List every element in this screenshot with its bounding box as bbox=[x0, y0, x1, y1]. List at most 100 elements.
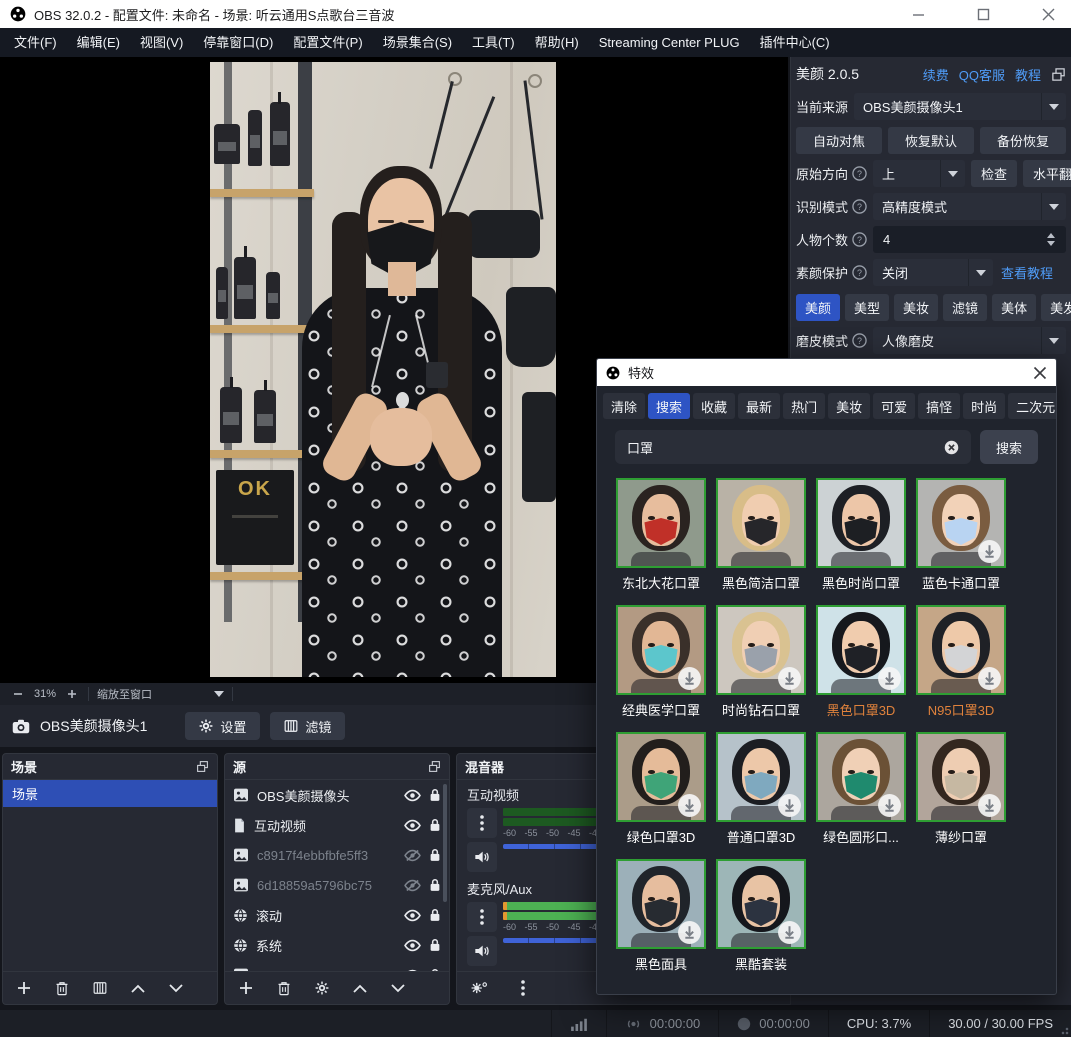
source-properties-gear-icon[interactable] bbox=[315, 981, 329, 995]
effect-item[interactable]: N95口罩3D bbox=[911, 605, 1011, 719]
visibility-eye-icon[interactable] bbox=[404, 969, 421, 972]
close-icon[interactable] bbox=[1042, 8, 1055, 21]
popout-icon[interactable] bbox=[1051, 67, 1066, 82]
move-source-up-icon[interactable] bbox=[353, 984, 367, 993]
effect-item[interactable]: 经典医学口罩 bbox=[611, 605, 711, 719]
add-source-icon[interactable] bbox=[239, 981, 253, 995]
effect-thumbnail[interactable] bbox=[916, 478, 1006, 568]
beauty-tab[interactable]: 美颜 bbox=[796, 294, 840, 321]
beauty-link[interactable]: 教程 bbox=[1015, 65, 1041, 84]
source-row[interactable]: 6d18859a5796bc75 bbox=[225, 870, 449, 900]
zoom-in-icon[interactable] bbox=[64, 686, 80, 702]
beauty-tab[interactable]: 美妆 bbox=[894, 294, 938, 321]
effect-item[interactable]: 普通口罩3D bbox=[711, 732, 811, 846]
effects-tab[interactable]: 最新 bbox=[738, 393, 780, 419]
effect-item[interactable]: 时尚钻石口罩 bbox=[711, 605, 811, 719]
filters-button[interactable]: 滤镜 bbox=[270, 712, 345, 740]
add-scene-icon[interactable] bbox=[17, 981, 31, 995]
menu-item[interactable]: 帮助(H) bbox=[525, 28, 589, 57]
menu-item[interactable]: 场景集合(S) bbox=[373, 28, 462, 57]
effect-item[interactable]: 黑酷套装 bbox=[711, 859, 811, 973]
mixer-menu-dots-icon[interactable] bbox=[521, 980, 525, 996]
lock-icon[interactable] bbox=[429, 908, 441, 922]
effect-thumbnail[interactable] bbox=[616, 732, 706, 822]
beauty-action-button[interactable]: 备份恢复 bbox=[980, 127, 1066, 154]
zoom-dropdown-arrow-icon[interactable] bbox=[214, 691, 224, 697]
effect-item[interactable]: 薄纱口罩 bbox=[911, 732, 1011, 846]
channel-options-button[interactable] bbox=[467, 808, 497, 838]
effect-item[interactable]: 黑色口罩3D bbox=[811, 605, 911, 719]
orientation-dropdown[interactable]: 上 bbox=[873, 160, 965, 187]
effects-tab[interactable]: 可爱 bbox=[873, 393, 915, 419]
effects-tab[interactable]: 搞怪 bbox=[918, 393, 960, 419]
effect-thumbnail[interactable] bbox=[616, 859, 706, 949]
effects-tab[interactable]: 热门 bbox=[783, 393, 825, 419]
fit-to-window-label[interactable]: 缩放至窗口 bbox=[97, 686, 152, 702]
effects-tab[interactable]: 清除 bbox=[603, 393, 645, 419]
smooth-mode-dropdown[interactable]: 人像磨皮 bbox=[873, 327, 1066, 354]
effect-thumbnail[interactable] bbox=[816, 478, 906, 568]
effects-tab[interactable]: 收藏 bbox=[693, 393, 735, 419]
effect-item[interactable]: 黑色面具 bbox=[611, 859, 711, 973]
source-row[interactable]: c8917f4ebbfbfe5ff3 bbox=[225, 840, 449, 870]
move-scene-up-icon[interactable] bbox=[131, 984, 145, 993]
source-row[interactable]: 互动视频 bbox=[225, 810, 449, 840]
help-icon[interactable]: ? bbox=[852, 166, 867, 181]
effect-item[interactable]: 黑色简洁口罩 bbox=[711, 478, 811, 592]
effects-tab[interactable]: 二次元 bbox=[1008, 393, 1057, 419]
visibility-eye-icon[interactable] bbox=[404, 789, 421, 802]
maximize-icon[interactable] bbox=[977, 8, 990, 21]
effect-item[interactable]: 绿色圆形口... bbox=[811, 732, 911, 846]
effect-item[interactable]: 绿色口罩3D bbox=[611, 732, 711, 846]
remove-scene-icon[interactable] bbox=[55, 981, 69, 996]
menu-item[interactable]: 工具(T) bbox=[462, 28, 525, 57]
mute-speaker-icon[interactable] bbox=[467, 936, 497, 966]
scene-item[interactable]: 场景 bbox=[3, 780, 217, 807]
visibility-eye-icon[interactable] bbox=[404, 819, 421, 832]
visibility-eye-off-icon[interactable] bbox=[404, 879, 421, 892]
beauty-action-button[interactable]: 自动对焦 bbox=[796, 127, 882, 154]
effect-thumbnail[interactable] bbox=[716, 859, 806, 949]
source-row[interactable]: 系统 bbox=[225, 930, 449, 960]
menu-item[interactable]: 视图(V) bbox=[130, 28, 193, 57]
view-tutorial-link[interactable]: 查看教程 bbox=[999, 263, 1055, 282]
move-scene-down-icon[interactable] bbox=[169, 984, 183, 993]
effect-thumbnail[interactable] bbox=[916, 732, 1006, 822]
scene-filters-icon[interactable] bbox=[93, 981, 107, 995]
effect-thumbnail[interactable] bbox=[716, 605, 806, 695]
effect-thumbnail[interactable] bbox=[716, 478, 806, 568]
effects-tab[interactable]: 搜索 bbox=[648, 393, 690, 419]
beauty-link[interactable]: 续费 bbox=[923, 65, 949, 84]
menu-item[interactable]: Streaming Center PLUG bbox=[589, 28, 750, 57]
effect-item[interactable]: 黑色时尚口罩 bbox=[811, 478, 911, 592]
mute-speaker-icon[interactable] bbox=[467, 842, 497, 872]
person-count-stepper[interactable]: 4 bbox=[873, 226, 1066, 253]
lock-icon[interactable] bbox=[429, 848, 441, 862]
effect-thumbnail[interactable] bbox=[616, 478, 706, 568]
clear-search-icon[interactable] bbox=[944, 440, 959, 455]
bareface-protect-dropdown[interactable]: 关闭 bbox=[873, 259, 993, 286]
effect-item[interactable]: 蓝色卡通口罩 bbox=[911, 478, 1011, 592]
remove-source-icon[interactable] bbox=[277, 981, 291, 996]
settings-button[interactable]: 设置 bbox=[185, 712, 260, 740]
search-button[interactable]: 搜索 bbox=[980, 430, 1038, 464]
help-icon[interactable]: ? bbox=[852, 265, 867, 280]
menu-item[interactable]: 插件中心(C) bbox=[750, 28, 840, 57]
beauty-link[interactable]: QQ客服 bbox=[959, 65, 1005, 84]
source-row[interactable]: OBS美颜摄像头 bbox=[225, 780, 449, 810]
beauty-tab[interactable]: 美体 bbox=[992, 294, 1036, 321]
check-button[interactable]: 检查 bbox=[971, 160, 1017, 187]
sources-scrollbar[interactable] bbox=[443, 784, 447, 902]
beauty-tab[interactable]: 美发 bbox=[1041, 294, 1071, 321]
effect-thumbnail[interactable] bbox=[816, 732, 906, 822]
help-icon[interactable]: ? bbox=[852, 333, 867, 348]
current-source-dropdown[interactable]: OBS美颜摄像头1 bbox=[854, 93, 1066, 120]
minimize-icon[interactable] bbox=[912, 8, 925, 21]
effect-thumbnail[interactable] bbox=[616, 605, 706, 695]
popout-icon[interactable] bbox=[428, 760, 441, 773]
move-source-down-icon[interactable] bbox=[391, 984, 405, 993]
effect-thumbnail[interactable] bbox=[816, 605, 906, 695]
lock-icon[interactable] bbox=[429, 968, 441, 971]
visibility-eye-icon[interactable] bbox=[404, 939, 421, 952]
menu-item[interactable]: 配置文件(P) bbox=[283, 28, 372, 57]
